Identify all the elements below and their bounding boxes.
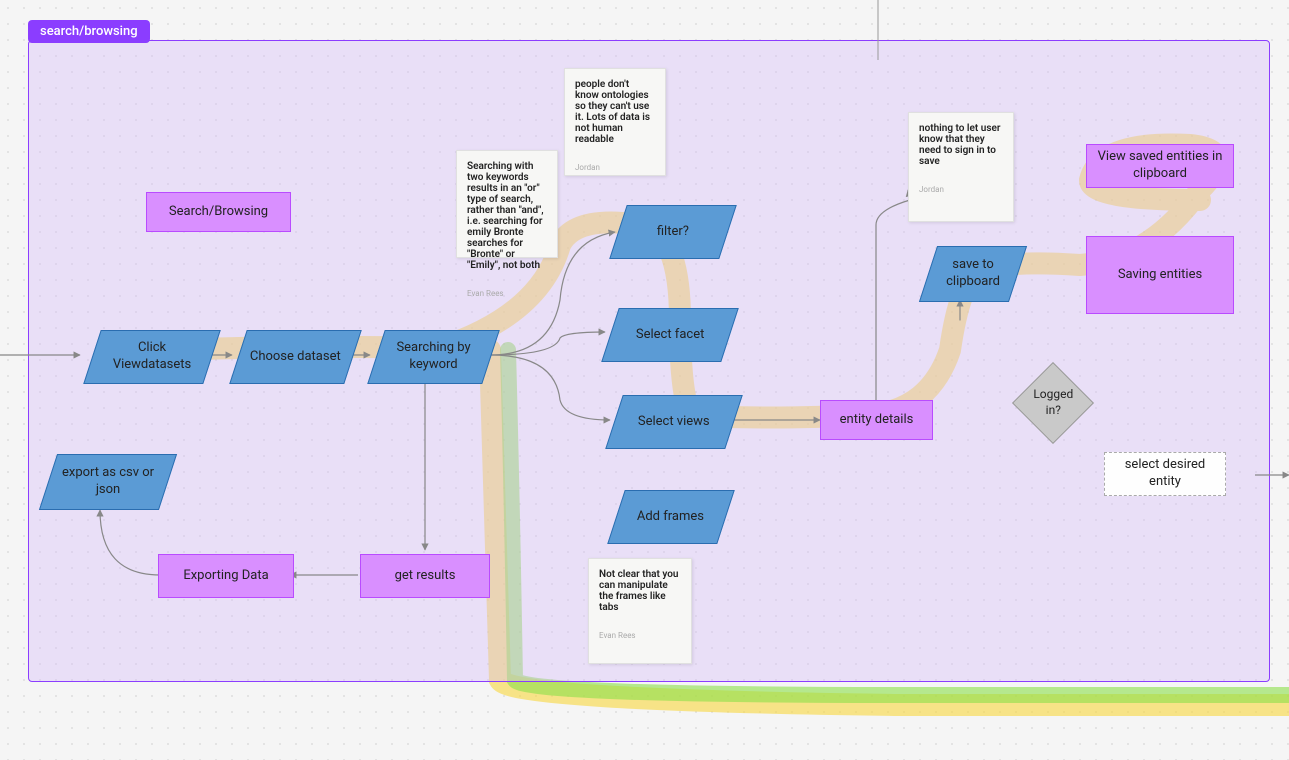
node-select-facet[interactable]: Select facet — [601, 308, 739, 362]
node-select-desired-entity[interactable]: select desired entity — [1104, 452, 1226, 496]
node-view-saved[interactable]: View saved entities in clipboard — [1086, 144, 1234, 188]
label: entity details — [840, 412, 914, 429]
label: View saved entities in clipboard — [1095, 149, 1225, 183]
node-select-views[interactable]: Select views — [605, 395, 743, 449]
label: get results — [395, 568, 456, 585]
sticky-author: Jordan — [919, 185, 1003, 194]
sticky-text: people don't know ontologies so they can… — [575, 79, 655, 145]
node-click-viewdatasets[interactable]: Click Viewdatasets — [83, 330, 221, 384]
label: Saving entities — [1118, 267, 1202, 284]
sticky-ontologies[interactable]: people don't know ontologies so they can… — [564, 68, 666, 176]
sticky-text: Searching with two keywords results in a… — [467, 161, 547, 271]
node-saving-entities[interactable]: Saving entities — [1086, 236, 1234, 314]
label: save to clipboard — [937, 257, 1009, 291]
node-save-to-clipboard[interactable]: save to clipboard — [919, 246, 1027, 302]
node-exporting-data[interactable]: Exporting Data — [158, 554, 294, 598]
diagram-canvas[interactable]: search/browsing Search/Browsing — [0, 0, 1289, 760]
node-choose-dataset[interactable]: Choose dataset — [229, 330, 362, 384]
label: Search/Browsing — [169, 204, 268, 221]
label: Logged in? — [1033, 387, 1073, 418]
sticky-author: Evan Rees — [467, 289, 547, 298]
label: Click Viewdatasets — [101, 340, 203, 374]
label: Searching by keyword — [385, 340, 482, 374]
node-add-frames[interactable]: Add frames — [607, 490, 735, 544]
label: Choose dataset — [250, 349, 341, 366]
label: Select facet — [636, 327, 705, 344]
sticky-author: Jordan — [575, 163, 655, 172]
sticky-author: Evan Rees — [599, 631, 681, 640]
label: Add frames — [637, 509, 704, 526]
sticky-signin[interactable]: nothing to let user know that they need … — [908, 112, 1014, 222]
node-search-browsing[interactable]: Search/Browsing — [146, 192, 291, 232]
sticky-frames[interactable]: Not clear that you can manipulate the fr… — [588, 558, 692, 664]
node-filter[interactable]: filter? — [609, 205, 737, 259]
node-searching-by-keyword[interactable]: Searching by keyword — [367, 330, 500, 384]
label: export as csv or json — [57, 465, 159, 499]
sticky-keywords[interactable]: Searching with two keywords results in a… — [456, 150, 558, 258]
label: Select views — [638, 414, 710, 431]
frame-tab[interactable]: search/browsing — [28, 20, 150, 43]
label: Exporting Data — [183, 568, 268, 585]
node-get-results[interactable]: get results — [360, 554, 490, 598]
node-entity-details[interactable]: entity details — [820, 400, 933, 440]
node-export-csv-json[interactable]: export as csv or json — [39, 454, 177, 510]
sticky-text: nothing to let user know that they need … — [919, 123, 1003, 167]
sticky-text: Not clear that you can manipulate the fr… — [599, 569, 681, 613]
label: select desired entity — [1113, 457, 1217, 491]
label: filter? — [657, 224, 689, 241]
